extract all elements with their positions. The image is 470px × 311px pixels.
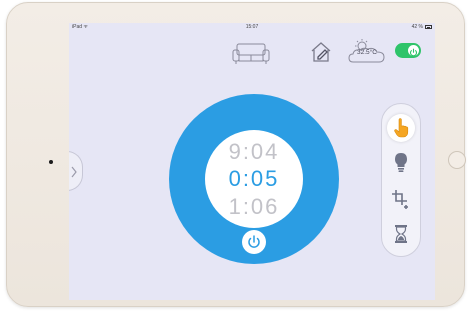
power-icon [409, 48, 418, 57]
front-camera [49, 160, 53, 164]
mode-timer-button[interactable] [387, 220, 415, 248]
mode-manual-button[interactable] [387, 114, 415, 142]
weather-widget[interactable]: 32.5°C [348, 38, 386, 64]
clock: 15:07 [245, 24, 259, 30]
time-next[interactable]: 1:06 [205, 194, 303, 220]
lightbulb-icon [395, 153, 407, 172]
mode-selector [381, 103, 421, 257]
side-drawer-handle[interactable] [69, 151, 83, 191]
app-screen: iPad ᯤ 15:07 42 % 32.5°C 9:04 0:05 1:06 [69, 23, 435, 300]
mode-light-button[interactable] [387, 148, 415, 176]
chevron-right-icon [71, 166, 77, 178]
hand-pointer-icon [394, 118, 409, 138]
sofa-icon[interactable] [231, 41, 271, 65]
crop-icon [392, 190, 408, 209]
hourglass-icon [395, 225, 407, 243]
mode-crop-button[interactable] [387, 184, 415, 212]
battery-icon [425, 25, 432, 29]
toggle-knob [408, 45, 419, 57]
time-current[interactable]: 0:05 [205, 166, 303, 192]
temperature-label: 32.5°C [357, 49, 377, 56]
power-icon [248, 235, 260, 248]
power-toggle[interactable] [395, 43, 421, 58]
home-edit-icon[interactable] [309, 40, 333, 64]
timer-power-button[interactable] [242, 230, 266, 254]
time-previous[interactable]: 9:04 [205, 139, 303, 165]
timer-display: 9:04 0:05 1:06 [205, 130, 303, 228]
hardware-home-button[interactable] [448, 151, 466, 169]
timer-dial[interactable]: 9:04 0:05 1:06 [169, 94, 339, 264]
battery-percent: 42 % [411, 24, 423, 30]
status-bar: iPad ᯤ 15:07 42 % [69, 23, 435, 31]
tablet-device: iPad ᯤ 15:07 42 % 32.5°C 9:04 0:05 1:06 [6, 2, 466, 307]
